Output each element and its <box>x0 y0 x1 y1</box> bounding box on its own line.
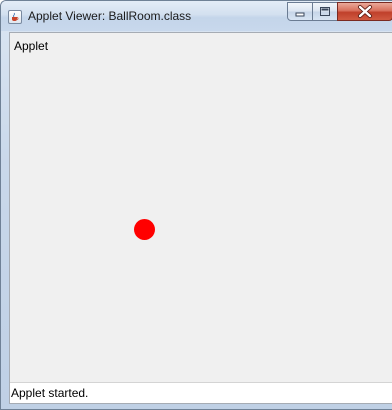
close-icon <box>358 5 372 18</box>
maximize-button[interactable] <box>312 2 338 21</box>
window-title: Applet Viewer: BallRoom.class <box>28 9 192 23</box>
minimize-icon <box>295 12 305 17</box>
status-text: Applet started. <box>11 386 89 400</box>
title-bar[interactable]: Applet Viewer: BallRoom.class <box>1 1 392 31</box>
red-ball <box>134 219 155 240</box>
applet-panel[interactable]: Applet Applet started. <box>9 32 392 404</box>
maximize-icon <box>320 7 330 16</box>
status-bar: Applet started. <box>10 382 392 403</box>
minimize-button[interactable] <box>287 2 313 21</box>
applet-menu[interactable]: Applet <box>14 39 48 53</box>
close-button[interactable] <box>337 2 392 21</box>
applet-viewer-window: Applet Viewer: BallRoom.class Applet App… <box>0 0 392 410</box>
java-cup-icon[interactable] <box>8 10 22 24</box>
